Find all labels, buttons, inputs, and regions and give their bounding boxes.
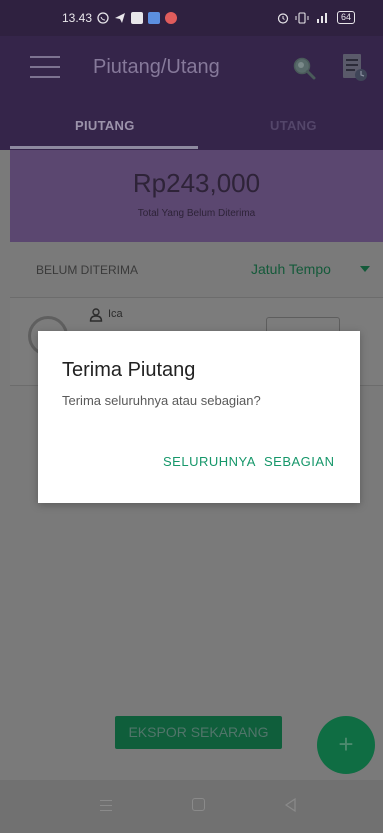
message-icon [148,12,161,24]
status-bar: 13.43 64 [0,0,383,36]
app-bar: Piutang/Utang [0,36,383,100]
status-right: 64 [277,11,355,24]
tab-bar: PIUTANG UTANG [0,100,383,150]
dialog-title: Terima Piutang [62,359,196,381]
receive-dialog: Terima Piutang Terima seluruhnya atau se… [38,331,360,503]
notification-icon [165,12,178,24]
filter-bar: BELUM DITERIMA Jatuh Tempo [10,242,383,298]
status-filter-label: BELUM DITERIMA [36,263,139,277]
dialog-message: Terima seluruhnya atau sebagian? [62,393,261,408]
search-icon[interactable] [292,56,316,80]
total-amount-label: Total Yang Belum Diterima [137,208,256,219]
shopping-bag-icon [131,12,144,24]
signal-icon [316,12,327,23]
debtor-name: Ica [108,308,123,320]
receive-all-button[interactable]: SELURUHNYA [163,454,256,469]
page-title: Piutang/Utang [93,56,220,78]
total-amount: Rp243,000 [132,168,261,198]
summary-card: Rp243,000 Total Yang Belum Diterima [10,150,383,242]
export-button[interactable]: EKSPOR SEKARANG [115,716,282,749]
whatsapp-icon [97,12,109,24]
sort-dropdown[interactable]: Jatuh Tempo [251,261,331,277]
menu-icon[interactable] [30,56,60,78]
system-nav-bar [0,780,383,833]
tab-indicator [10,146,198,149]
battery-icon: 64 [336,11,355,24]
vibrate-icon [295,11,309,24]
alarm-icon [277,12,289,24]
status-time: 13.43 [62,11,93,25]
recent-apps-icon[interactable] [100,800,112,811]
back-icon[interactable] [283,797,297,813]
receive-partial-button[interactable]: SEBAGIAN [264,454,334,469]
tab-piutang[interactable]: PIUTANG [75,118,135,133]
tab-utang[interactable]: UTANG [270,118,317,133]
chevron-down-icon[interactable] [360,266,370,272]
telegram-icon [115,13,126,23]
add-button[interactable]: + [317,716,375,774]
person-icon [89,308,103,322]
home-icon[interactable] [192,798,205,811]
status-left: 13.43 [62,11,178,25]
report-icon[interactable] [342,53,368,83]
